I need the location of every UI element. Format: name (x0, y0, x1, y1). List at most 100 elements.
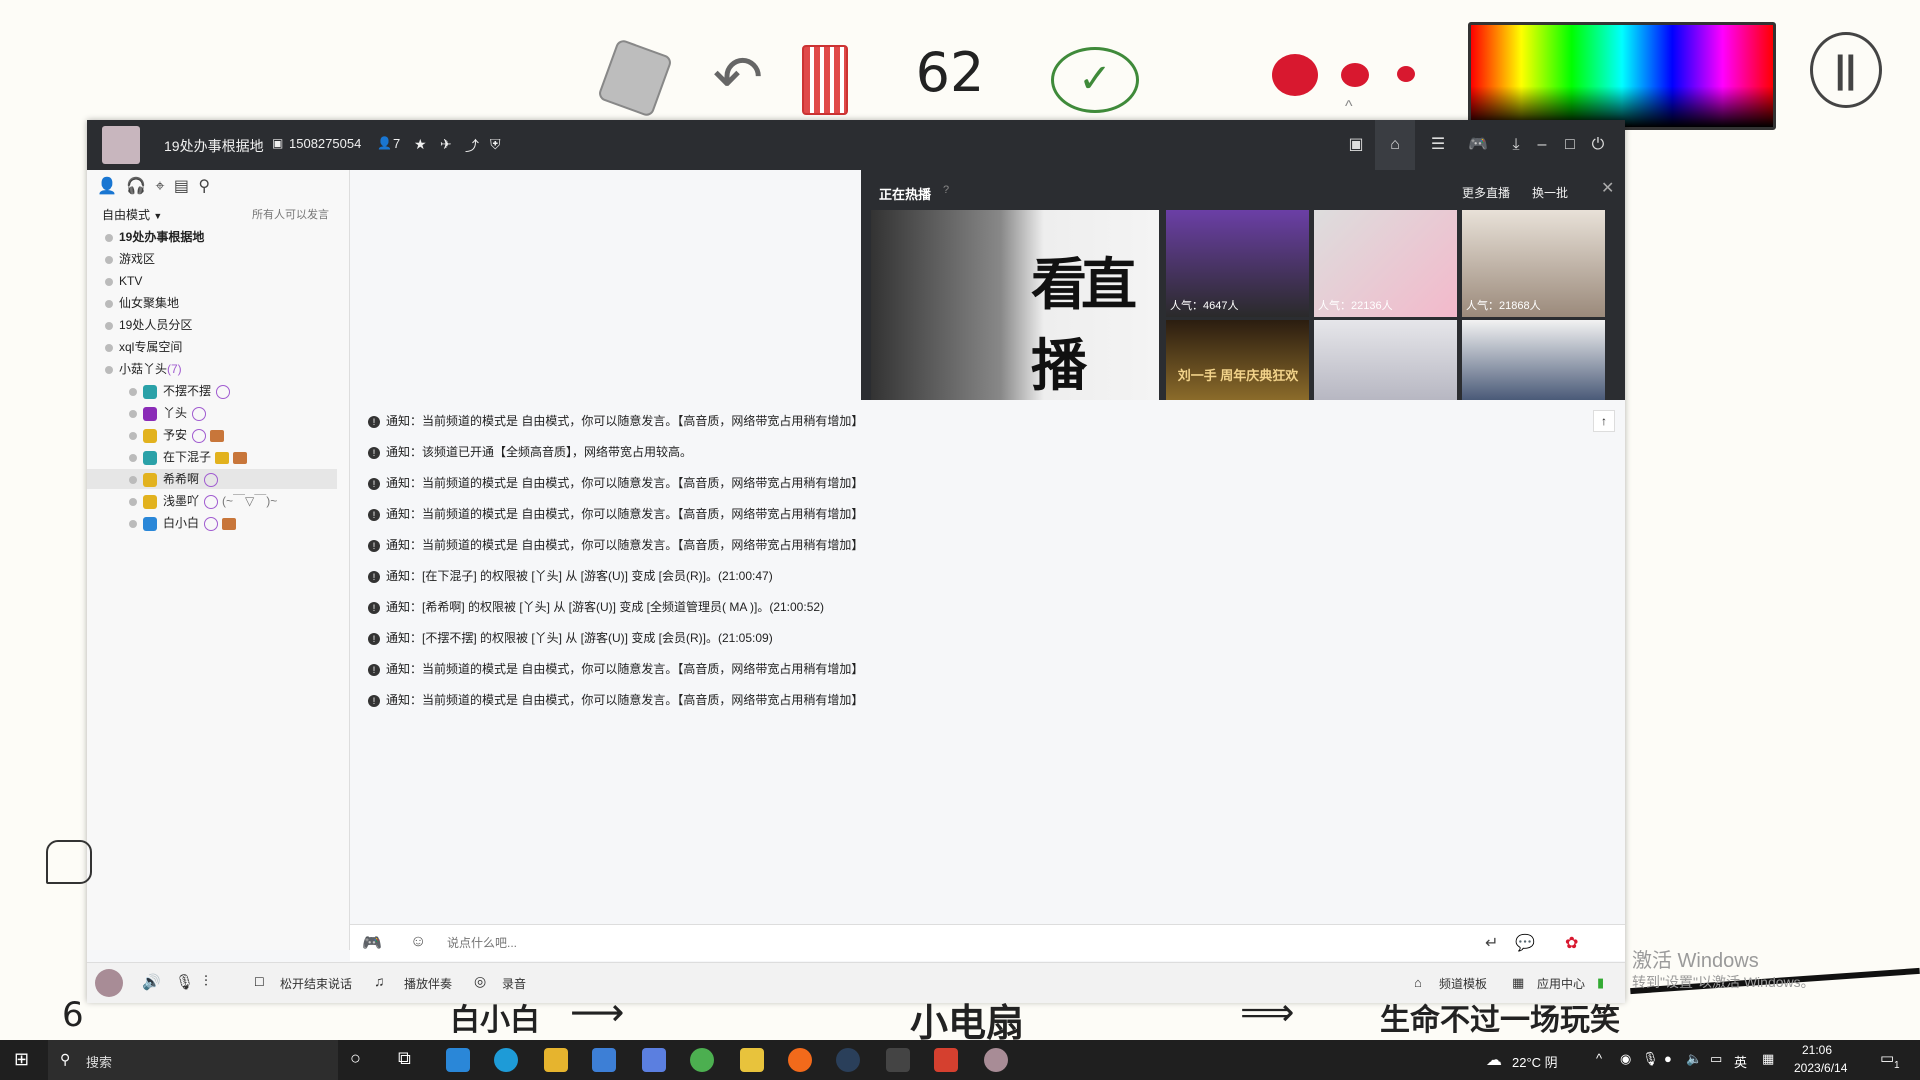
shield-icon[interactable]: ⛨ (490, 136, 501, 153)
undo-tool[interactable]: ↶ (708, 40, 768, 115)
pen-size-small[interactable] (1395, 63, 1417, 85)
home-icon[interactable]: ⌂ (1375, 120, 1415, 170)
record-icon[interactable]: ◎ (474, 973, 486, 990)
user-item[interactable]: 不摆不摆 (129, 381, 231, 401)
record-button[interactable]: 录音 (502, 975, 526, 992)
check-tool[interactable]: ✓ (1050, 45, 1140, 115)
equalizer-icon[interactable]: ⫶ (204, 973, 208, 990)
explorer-icon[interactable] (544, 1048, 568, 1072)
flower-icon[interactable]: ✿ (1565, 933, 1578, 953)
live-thumb[interactable]: 人气：4647人 (1166, 210, 1309, 317)
refresh-link[interactable]: 换一批 (1532, 184, 1568, 201)
scroll-top-icon[interactable]: ↑ (1593, 410, 1615, 432)
taskbar-search[interactable]: ⚲ 搜索 (48, 1040, 338, 1080)
notes-icon[interactable]: ▤ (174, 178, 189, 195)
video-icon[interactable]: ▣ (1345, 134, 1367, 156)
store-icon[interactable] (446, 1048, 470, 1072)
more-live-link[interactable]: 更多直播 (1462, 184, 1510, 201)
eraser-tool[interactable] (596, 37, 674, 118)
user-item[interactable]: 白小白 (129, 513, 237, 533)
headset-icon[interactable]: 🎧 (126, 178, 146, 195)
location-icon[interactable]: ⌖ (156, 178, 165, 195)
template-icon[interactable]: ⌂ (1414, 975, 1422, 990)
channel-item[interactable]: xql专属空间 (105, 337, 182, 357)
channel-item[interactable]: 小菇丫头(7) (105, 359, 182, 379)
pause-tool[interactable]: || (1808, 30, 1883, 110)
tray-icon[interactable]: ◉ (1620, 1051, 1631, 1067)
notification-icon[interactable]: ▭ (1880, 1049, 1894, 1067)
channel-item[interactable]: KTV (105, 271, 142, 291)
channel-item[interactable]: 游戏区 (105, 249, 155, 269)
live-thumb[interactable] (1462, 320, 1605, 400)
list-icon[interactable]: ☰ (1427, 134, 1449, 156)
share-icon[interactable]: ⤴ (465, 136, 479, 156)
download-icon[interactable]: ⤓ (1505, 134, 1527, 156)
mail-icon[interactable] (592, 1048, 616, 1072)
ime-indicator[interactable]: 英 (1734, 1052, 1747, 1071)
live-thumb[interactable]: 人气：21868人 (1462, 210, 1605, 317)
user-item[interactable]: 浅墨吖 (~￣▽￣)~ (129, 491, 277, 511)
app-icon[interactable] (642, 1048, 666, 1072)
trash-tool[interactable] (795, 40, 855, 120)
clock-time[interactable]: 21:06 (1802, 1043, 1832, 1057)
live-banner[interactable]: 看直播 (871, 210, 1159, 400)
pen-size-large[interactable] (1270, 50, 1320, 100)
my-avatar[interactable] (95, 969, 123, 997)
minimize-icon[interactable]: – (1531, 134, 1553, 156)
user-icon[interactable]: 👤 (97, 178, 117, 195)
template-button[interactable]: 频道模板 (1439, 975, 1487, 992)
emoji-icon[interactable]: ☺ (410, 933, 426, 951)
power-icon[interactable]: ⏻ (1587, 134, 1609, 156)
enter-icon[interactable]: ↵ (1485, 933, 1498, 953)
maximize-icon[interactable]: □ (1559, 134, 1581, 156)
mode-dropdown[interactable]: 自由模式 ▼ (102, 206, 162, 223)
user-item[interactable]: 予安 (129, 425, 225, 445)
user-item-selected[interactable]: 希希啊 (87, 469, 337, 489)
speaker-icon[interactable]: 🔊 (142, 973, 161, 991)
clock-date[interactable]: 2023/6/14 (1794, 1061, 1847, 1075)
pen-icon[interactable] (886, 1048, 910, 1072)
windows-start-icon[interactable]: ⊞ (14, 1049, 29, 1070)
app-icon[interactable] (690, 1048, 714, 1072)
edge-icon[interactable] (494, 1048, 518, 1072)
cortana-icon[interactable]: ○ (350, 1048, 361, 1069)
live-thumb[interactable]: 人气：22136人 (1314, 210, 1457, 317)
network-icon[interactable]: ▭ (1710, 1051, 1722, 1067)
tray-chevron-icon[interactable]: ^ (1596, 1051, 1602, 1066)
help-icon[interactable]: ? (943, 184, 949, 196)
gamepad-icon[interactable]: 🎮 (1467, 134, 1489, 156)
keyboard-icon[interactable]: ▦ (1762, 1051, 1774, 1067)
color-picker[interactable] (1468, 22, 1776, 130)
release-checkbox[interactable]: ☐ (254, 975, 265, 989)
star-icon[interactable]: ★ (414, 136, 427, 153)
qq-icon[interactable]: ● (1664, 1051, 1672, 1066)
app-grid-icon[interactable]: ▦ (1512, 975, 1524, 991)
volume-icon[interactable]: 🔈 (1686, 1051, 1702, 1067)
search-icon[interactable]: ⚲ (198, 178, 210, 195)
channel-item[interactable]: 19处人员分区 (105, 315, 192, 335)
app-center-button[interactable]: 应用中心 (1537, 975, 1585, 992)
pen-size-medium[interactable] (1340, 60, 1370, 90)
user-item[interactable]: 在下混子 (129, 447, 248, 467)
live-thumb[interactable] (1314, 320, 1457, 400)
microphone-icon[interactable]: 🎙 (175, 973, 194, 991)
close-icon[interactable]: ✕ (1601, 178, 1614, 198)
plane-icon[interactable]: ✈ (440, 136, 452, 153)
app-icon[interactable] (740, 1048, 764, 1072)
channel-item[interactable]: 仙女聚集地 (105, 293, 179, 313)
game-icon[interactable]: 🎮 (362, 933, 382, 953)
page-counter[interactable]: 62 (900, 25, 1000, 120)
user-item[interactable]: 丫头 (129, 403, 207, 423)
chat-input[interactable] (445, 931, 1409, 955)
live-thumb[interactable]: 刘一手 周年庆典狂欢 (1166, 320, 1309, 400)
weather-text[interactable]: 22°C 阴 (1512, 1052, 1558, 1071)
steam-icon[interactable] (836, 1048, 860, 1072)
chat-bubble-icon[interactable]: 💬 (1515, 933, 1535, 953)
music-icon[interactable]: ♫ (374, 973, 385, 989)
toolbar-collapse-icon[interactable]: ^ (1345, 98, 1353, 116)
mic-tray-icon[interactable]: 🎙 (1642, 1051, 1659, 1067)
app-icon[interactable] (934, 1048, 958, 1072)
accompany-button[interactable]: 播放伴奏 (404, 975, 452, 992)
app-icon[interactable] (788, 1048, 812, 1072)
app-icon[interactable] (984, 1048, 1008, 1072)
